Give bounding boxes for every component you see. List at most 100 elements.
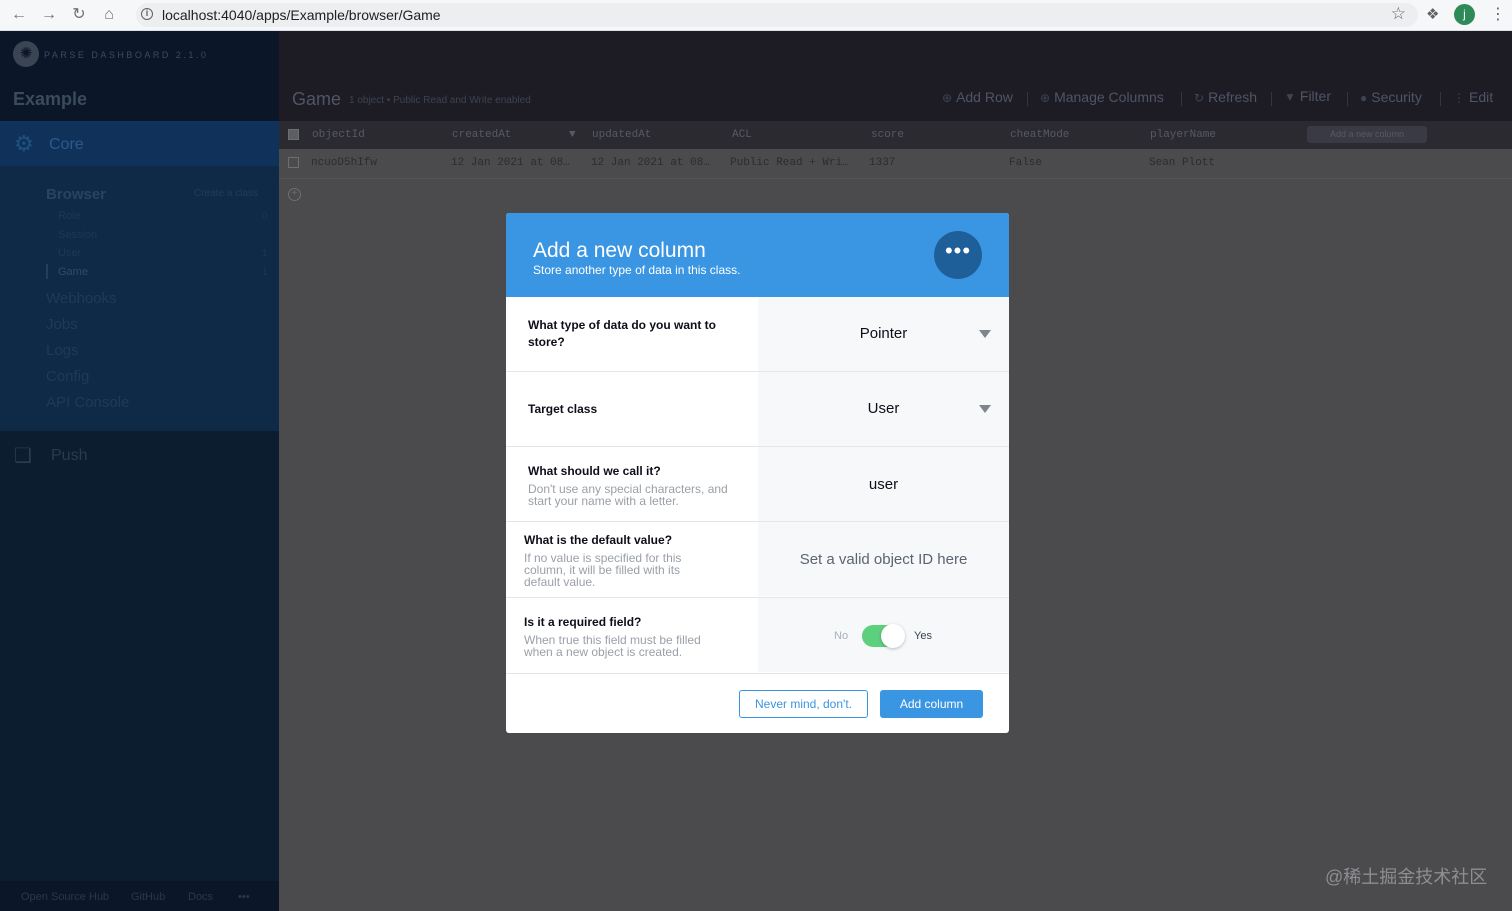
watermark: @稀土掘金技术社区 xyxy=(1325,867,1488,887)
add-row-button[interactable]: ⊕ Add Row xyxy=(942,89,1013,105)
column-header[interactable]: createdAt xyxy=(452,129,511,141)
modal-header: Add a new column Store another type of d… xyxy=(506,213,1009,297)
selected-type[interactable]: Pointer xyxy=(758,325,1009,342)
table-cell[interactable]: 12 Jan 2021 at 08… xyxy=(591,157,710,169)
table-cell[interactable]: 1337 xyxy=(869,157,895,169)
cancel-button[interactable]: Never mind, don't. xyxy=(739,690,868,718)
column-header[interactable]: objectId xyxy=(312,129,365,141)
more-icon: ••• xyxy=(934,231,982,279)
filter-button[interactable]: ▼ Filter xyxy=(1284,88,1331,104)
back-icon[interactable]: ← xyxy=(9,5,29,25)
chevron-down-icon[interactable] xyxy=(979,330,991,338)
edit-button[interactable]: ⋮ Edit xyxy=(1453,89,1493,105)
create-class-link[interactable]: Create a class xyxy=(194,188,258,199)
add-row-icon[interactable]: + xyxy=(288,188,301,201)
class-item-user[interactable]: User xyxy=(58,247,81,259)
field-required: Is it a required field? When true this f… xyxy=(506,597,1009,672)
class-item-game[interactable]: Game xyxy=(58,266,88,278)
manage-columns-button[interactable]: ⊕ Manage Columns xyxy=(1040,89,1164,105)
column-name-value[interactable]: user xyxy=(758,476,1009,493)
row-checkbox[interactable] xyxy=(288,157,299,168)
footer-link-open-source-hub[interactable]: Open Source Hub xyxy=(21,891,109,903)
active-class-indicator xyxy=(46,264,48,279)
chevron-down-icon[interactable] xyxy=(979,405,991,413)
field-data-type: What type of data do you want to store? … xyxy=(506,297,1009,372)
action-label: Security xyxy=(1371,89,1422,105)
page-title: Game xyxy=(292,89,342,109)
extensions-icon[interactable]: ❖ xyxy=(1426,5,1439,23)
add-column-modal: Add a new column Store another type of d… xyxy=(506,213,1009,733)
column-header[interactable]: cheatMode xyxy=(1010,129,1069,141)
action-label: Refresh xyxy=(1208,89,1258,105)
profile-avatar[interactable]: j xyxy=(1454,4,1475,25)
add-column-header-button[interactable]: Add a new column xyxy=(1307,126,1427,143)
column-header[interactable]: updatedAt xyxy=(592,129,651,141)
table-row[interactable]: ncuoD5hIfw 12 Jan 2021 at 08… 12 Jan 202… xyxy=(279,149,1512,179)
footer-link-github[interactable]: GitHub xyxy=(131,891,165,903)
field-column-name: What should we call it? Don't use any sp… xyxy=(506,446,1009,521)
refresh-button[interactable]: ↻ Refresh xyxy=(1194,89,1257,105)
default-value-placeholder[interactable]: Set a valid object ID here xyxy=(758,551,1009,568)
lock-icon: ● xyxy=(1360,91,1368,105)
column-header[interactable]: score xyxy=(871,129,904,141)
select-all-checkbox[interactable] xyxy=(288,129,299,140)
field-description: Don't use any special characters, and st… xyxy=(528,482,728,508)
selected-target-class[interactable]: User xyxy=(758,400,1009,417)
sidebar-item-core[interactable]: ⚙ Core xyxy=(0,121,279,166)
modal-title: Add a new column xyxy=(533,239,706,262)
sidebar-header: ✺ PARSE DASHBOARD 2.1.0 Example xyxy=(0,31,279,121)
sidebar-item-api-console[interactable]: API Console xyxy=(46,394,129,411)
table-cell[interactable]: Sean Plott xyxy=(1149,157,1215,169)
bookmark-star-icon[interactable]: ☆ xyxy=(1391,4,1406,24)
add-column-button[interactable]: Add column xyxy=(880,690,983,718)
field-label: Target class xyxy=(528,402,598,416)
sidebar-item-label: Core xyxy=(49,136,84,153)
sidebar-item-webhooks[interactable]: Webhooks xyxy=(46,290,117,307)
sidebar-item-config[interactable]: Config xyxy=(46,368,89,385)
class-item-role[interactable]: Role xyxy=(58,210,81,222)
table-cell[interactable]: 12 Jan 2021 at 08… xyxy=(451,157,570,169)
sidebar-footer: Open Source Hub GitHub Docs ••• xyxy=(0,881,279,911)
sidebar-item-logs[interactable]: Logs xyxy=(46,342,79,359)
push-icon: ❑ xyxy=(14,445,32,467)
column-header[interactable]: playerName xyxy=(1150,129,1216,141)
field-description: When true this field must be filled when… xyxy=(524,633,701,659)
address-bar[interactable]: i localhost:4040/apps/Example/browser/Ga… xyxy=(136,3,1418,27)
reload-icon[interactable]: ↻ xyxy=(69,5,89,25)
divider xyxy=(1347,92,1348,106)
class-count: 0 xyxy=(262,211,268,222)
footer-link-docs[interactable]: Docs xyxy=(188,891,213,903)
sidebar-item-browser[interactable]: Browser xyxy=(46,186,106,203)
table-cell[interactable]: Public Read + Wri… xyxy=(730,157,849,169)
core-submenu: Browser Create a class Role 0 Session Us… xyxy=(0,166,279,431)
url-text[interactable]: localhost:4040/apps/Example/browser/Game xyxy=(162,7,441,23)
plus-icon: ⊕ xyxy=(942,91,953,105)
sidebar-item-label: Push xyxy=(51,447,88,464)
toggle-knob[interactable] xyxy=(881,624,905,648)
default-value-input[interactable]: Set a valid object ID here xyxy=(758,522,1009,596)
site-info-icon[interactable]: i xyxy=(141,8,153,20)
table-cell[interactable]: ncuoD5hIfw xyxy=(311,157,377,169)
sidebar-item-jobs[interactable]: Jobs xyxy=(46,316,78,333)
security-button[interactable]: ● Security xyxy=(1360,89,1422,105)
table-cell[interactable]: False xyxy=(1009,157,1042,169)
column-header[interactable]: ACL xyxy=(732,129,752,141)
dashboard-brand: PARSE DASHBOARD 2.1.0 xyxy=(44,50,209,60)
gear-icon: ⚙ xyxy=(14,131,34,156)
forward-icon[interactable]: → xyxy=(39,5,59,25)
field-label: What type of data do you want to store? xyxy=(528,318,716,349)
class-count: 1 xyxy=(262,248,268,259)
app-name[interactable]: Example xyxy=(13,89,87,110)
class-item-session[interactable]: Session xyxy=(58,229,97,241)
modal-subtitle: Store another type of data in this class… xyxy=(533,263,741,277)
column-name-input[interactable]: user xyxy=(758,447,1009,521)
action-label: Edit xyxy=(1469,89,1494,105)
sort-icon[interactable]: ▼ xyxy=(569,129,576,141)
home-icon[interactable]: ⌂ xyxy=(99,5,119,25)
target-class-dropdown[interactable]: User xyxy=(758,372,1009,446)
required-toggle[interactable] xyxy=(862,624,905,648)
footer-more[interactable]: ••• xyxy=(238,891,250,903)
type-dropdown[interactable]: Pointer xyxy=(758,297,1009,371)
toggle-yes-label: Yes xyxy=(914,630,932,642)
browser-menu-icon[interactable]: ⋮ xyxy=(1490,4,1506,24)
